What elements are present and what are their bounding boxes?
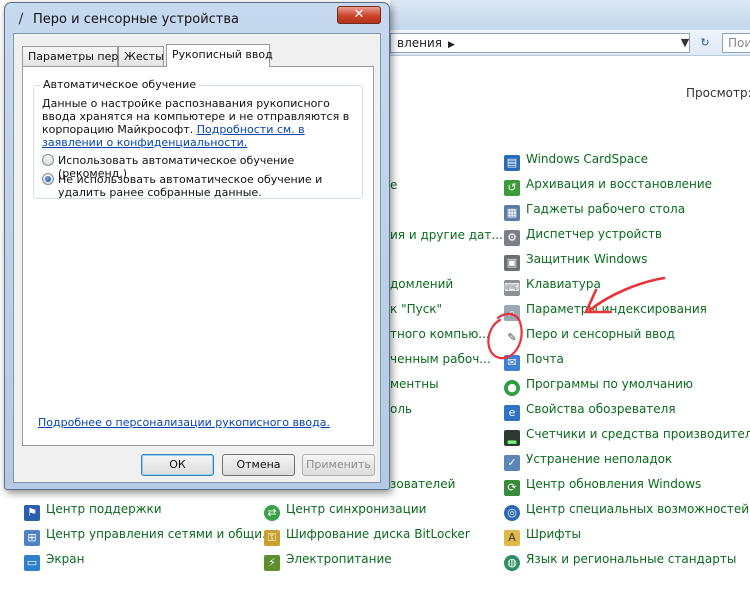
defender-icon: ▣ <box>504 255 520 271</box>
network-center-icon: ⊞ <box>24 530 40 546</box>
pen-touch-dialog: ∕ Перо и сенсорные устройства ✕ Параметр… <box>4 2 390 490</box>
address-text: вления <box>397 36 442 50</box>
cp-item-mail[interactable]: ✉ Почта <box>504 349 564 371</box>
cp-item-region-language[interactable]: ◍ Язык и региональные стандарты <box>504 549 736 571</box>
cp-item-performance[interactable]: ▂ Счетчики и средства производител... <box>504 424 750 446</box>
view-by-label: Просмотр: <box>686 86 750 100</box>
tab-handwriting[interactable]: Рукописный ввод <box>166 44 273 67</box>
sync-center-icon: ⇄ <box>264 505 280 521</box>
cp-item-ease-of-access[interactable]: ◎ Центр специальных возможностей <box>504 499 749 521</box>
close-icon: ✕ <box>353 7 365 22</box>
refresh-icon[interactable]: ↻ <box>696 34 714 52</box>
automatic-learning-group: Автоматическое обучение Данные о настрой… <box>33 78 363 199</box>
cp-item-backup[interactable]: ↺ Архивация и восстановление <box>504 174 712 196</box>
cp-item-indexing[interactable]: ⌕ Параметры индексирования <box>504 299 707 321</box>
ease-of-access-icon: ◎ <box>504 505 520 521</box>
cut-item[interactable]: домлений <box>390 274 453 294</box>
pen-icon: ∕ <box>18 11 24 27</box>
breadcrumb-arrow-icon: ▶ <box>448 40 455 50</box>
cut-item[interactable]: е <box>390 175 397 195</box>
close-button[interactable]: ✕ <box>337 6 381 24</box>
group-description: Данные о настройке распознавания рукопис… <box>42 97 350 149</box>
gadgets-icon: ▦ <box>504 205 520 221</box>
cut-item[interactable]: ия и другие дат... <box>390 225 503 245</box>
tab-pen-options[interactable]: Параметры пера <box>22 46 125 66</box>
cp-item-action-center[interactable]: ⚑ Центр поддержки <box>24 499 162 521</box>
dialog-body: Параметры пера Жесты Рукописный ввод Авт… <box>13 33 381 483</box>
cp-item-pen-touch[interactable]: ✎ Перо и сенсорный ввод <box>504 324 675 346</box>
cp-item-gadgets[interactable]: ▦ Гаджеты рабочего стола <box>504 199 685 221</box>
cut-item[interactable]: ченным рабоч... <box>390 349 491 369</box>
pen-icon: ✎ <box>504 330 520 346</box>
cp-item-keyboard[interactable]: ⌨ Клавиатура <box>504 274 601 296</box>
troubleshooting-icon: ✓ <box>504 455 520 471</box>
cut-item[interactable]: ментны <box>390 374 439 394</box>
cp-item-default-programs[interactable]: ● Программы по умолчанию <box>504 374 693 396</box>
cp-item-fonts[interactable]: A Шрифты <box>504 524 581 546</box>
action-center-icon: ⚑ <box>24 505 40 521</box>
radio-button[interactable] <box>42 154 54 166</box>
cp-item-troubleshooting[interactable]: ✓ Устранение неполадок <box>504 449 672 471</box>
cut-item[interactable]: к "Пуск" <box>390 299 442 319</box>
cancel-button[interactable]: Отмена <box>222 454 295 476</box>
cp-item-defender[interactable]: ▣ Защитник Windows <box>504 249 647 271</box>
apply-button[interactable]: Применить <box>302 454 375 476</box>
device-manager-icon: ⚙ <box>504 230 520 246</box>
fonts-icon: A <box>504 530 520 546</box>
backup-icon: ↺ <box>504 180 520 196</box>
cut-item[interactable]: оль <box>390 399 412 419</box>
cut-item[interactable]: зователей <box>390 474 455 494</box>
cp-item-windows-update[interactable]: ⟳ Центр обновления Windows <box>504 474 701 496</box>
cp-item-cardspace[interactable]: ▤ Windows CardSpace <box>504 149 648 171</box>
address-field[interactable]: вления ▶ <box>390 33 690 53</box>
tab-flicks[interactable]: Жесты <box>118 46 164 66</box>
display-icon: ▭ <box>24 555 40 571</box>
personalization-link[interactable]: Подробнее о персонализации рукописного в… <box>38 416 330 429</box>
indexing-icon: ⌕ <box>504 305 520 321</box>
group-title: Автоматическое обучение <box>40 78 200 91</box>
cut-item[interactable]: тного компью... <box>390 324 490 344</box>
region-language-icon: ◍ <box>504 555 520 571</box>
internet-options-icon: e <box>504 405 520 421</box>
cp-item-internet-options[interactable]: e Свойства обозревателя <box>504 399 676 421</box>
default-programs-icon: ● <box>504 380 520 396</box>
tab-panel-handwriting: Автоматическое обучение Данные о настрой… <box>22 66 374 446</box>
address-bar: вления ▶ ▼ ↻ Поис <box>390 30 750 56</box>
bitlocker-icon: ⚿ <box>264 530 280 546</box>
control-panel-titlebar <box>390 0 750 30</box>
performance-icon: ▂ <box>504 430 520 446</box>
cp-item-device-manager[interactable]: ⚙ Диспетчер устройств <box>504 224 662 246</box>
address-dropdown-icon[interactable]: ▼ <box>676 34 694 52</box>
dialog-title: Перо и сенсорные устройства <box>33 12 240 27</box>
power-options-icon: ⚡ <box>264 555 280 571</box>
cardspace-icon: ▤ <box>504 155 520 171</box>
cp-item-display[interactable]: ▭ Экран <box>24 549 84 571</box>
cp-item-power-options[interactable]: ⚡ Электропитание <box>264 549 392 571</box>
mail-icon: ✉ <box>504 355 520 371</box>
radio-button-checked[interactable] <box>42 173 54 185</box>
cp-item-bitlocker[interactable]: ⚿ Шифрование диска BitLocker <box>264 524 470 546</box>
keyboard-icon: ⌨ <box>504 280 520 296</box>
search-input[interactable]: Поис <box>722 33 750 53</box>
cp-item-sync-center[interactable]: ⇄ Центр синхронизации <box>264 499 426 521</box>
ok-button[interactable]: ОК <box>141 454 214 476</box>
cp-item-network-center[interactable]: ⊞ Центр управления сетями и общи... <box>24 524 273 546</box>
windows-update-icon: ⟳ <box>504 480 520 496</box>
